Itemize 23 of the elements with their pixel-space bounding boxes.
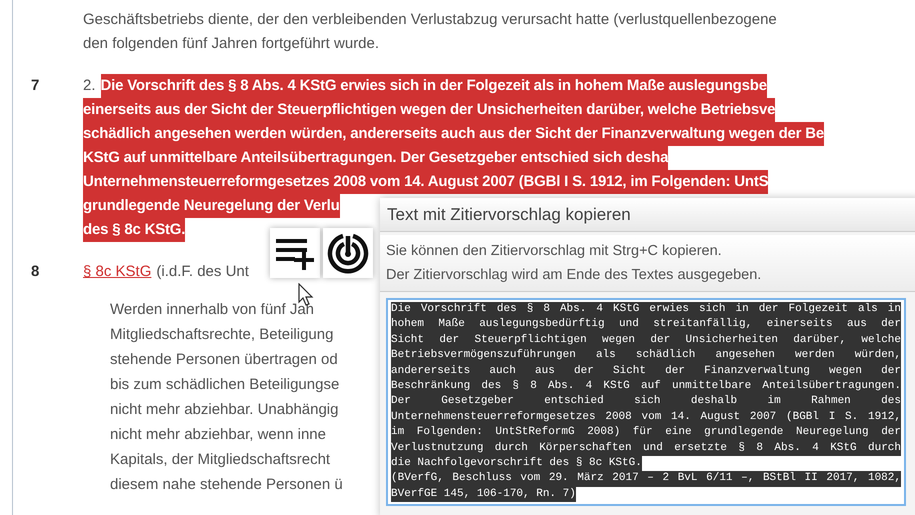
body-text-line: Geschäftsbetriebs diente, der den verbleibenden Verlustabzug verursacht hatte (verlustquellenbezogene [83,10,777,30]
dialog-title: Text mit Zitiervorschlag kopieren [380,198,915,232]
body-text-line: stehende Personen übertragen od [110,350,338,370]
body-text-line: bis zum schädlichen Beteiligungse [110,375,340,395]
concentric-circles-icon [327,232,369,274]
heading-text: (i.d.F. des Unt [156,262,249,282]
body-text-line: nicht mehr abziehbar. Unabhängig [110,400,338,420]
info-text: Sie können den Zitiervorschlag mit Strg+C kopieren. [386,242,722,261]
paragraph-number: 7 [31,76,40,96]
info-text: Der Zitiervorschlag wird am Ende des Textes ausgegeben. [386,266,762,285]
citation-text-area[interactable] [386,298,906,506]
toolbar-button[interactable] [323,228,373,278]
body-text-line: Kapitals, der Mitgliedschaftsrecht [110,450,330,470]
list-add-icon [275,236,315,270]
body-text-line: diesem nahe stehende Personen ü [110,475,343,495]
body-text-line: nicht mehr abziehbar, wenn inne [110,425,326,445]
law-link[interactable]: § 8c KStG [83,260,152,284]
body-text-line: Mitgliedschaftsrechte, Beteiligung [110,325,334,345]
toolbar-button[interactable] [270,228,320,278]
body-text-line: Werden innerhalb von fünf Jah [110,300,314,320]
paragraph-number: 8 [31,262,40,282]
body-text-line: den folgenden fünf Jahren fortgeführt wurde. [83,34,380,54]
list-marker: 2. [83,76,96,96]
